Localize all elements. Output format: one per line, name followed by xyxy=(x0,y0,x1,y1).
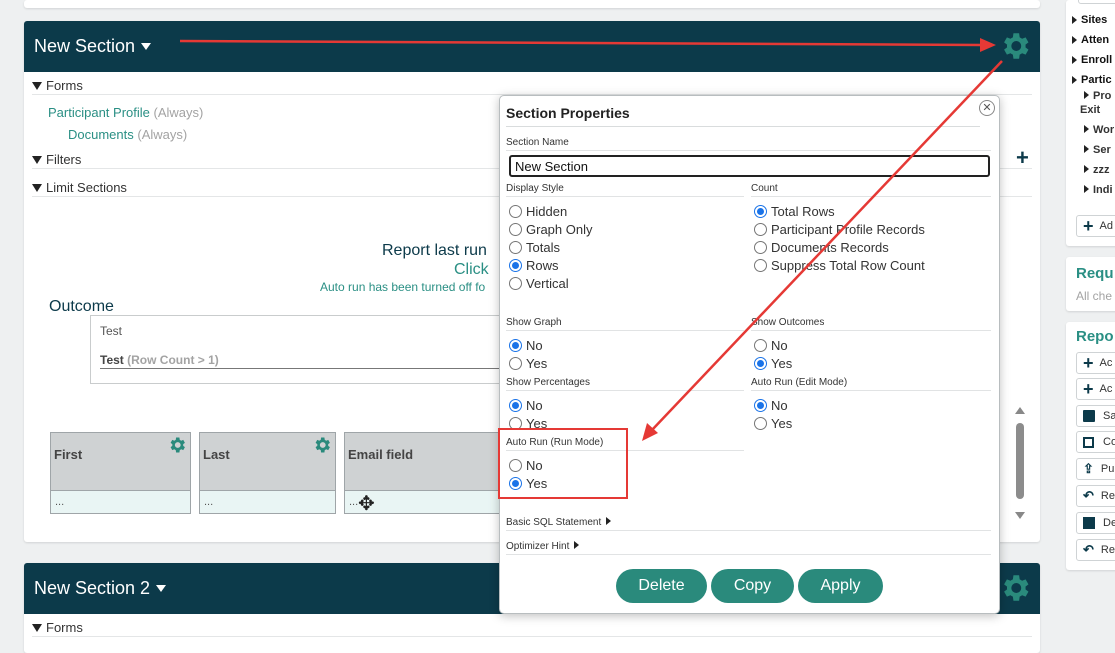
annotation-arrows xyxy=(179,38,1003,441)
annotation-arrow-top xyxy=(179,39,983,47)
annotation-arrowhead-top xyxy=(980,38,996,52)
annotation-arrow-diagonal xyxy=(651,60,1003,431)
